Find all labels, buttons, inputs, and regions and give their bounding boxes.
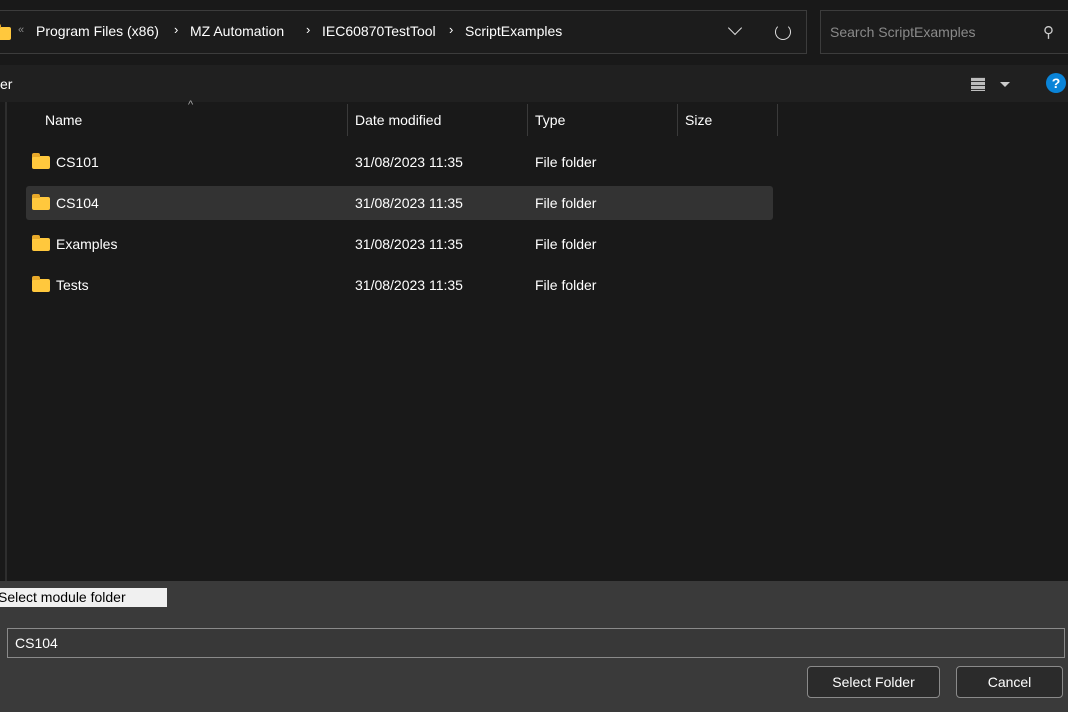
file-name: CS101: [56, 154, 99, 170]
overflow-chevron-icon[interactable]: «: [18, 24, 24, 36]
column-divider[interactable]: [347, 104, 348, 136]
help-icon[interactable]: ?: [1046, 73, 1066, 93]
file-date: 31/08/2023 11:35: [355, 277, 463, 293]
search-box[interactable]: Search ScriptExamples ⚲: [820, 10, 1068, 54]
folder-icon: [32, 276, 50, 292]
breadcrumb-item[interactable]: ScriptExamples: [465, 23, 562, 39]
file-name: Examples: [56, 236, 118, 252]
file-type: File folder: [535, 195, 597, 211]
file-type: File folder: [535, 154, 597, 170]
cancel-button[interactable]: Cancel: [956, 666, 1063, 698]
column-divider[interactable]: [777, 104, 778, 136]
command-bar: er ?: [0, 65, 1068, 102]
column-header-type[interactable]: Type: [535, 112, 565, 128]
column-divider[interactable]: [677, 104, 678, 136]
dialog-title: Select module folder: [0, 588, 167, 607]
refresh-icon[interactable]: [775, 24, 791, 40]
file-date: 31/08/2023 11:35: [355, 195, 463, 211]
column-header-date[interactable]: Date modified: [355, 112, 441, 128]
breadcrumb-item[interactable]: MZ Automation: [190, 23, 284, 39]
chevron-right-icon[interactable]: ›: [174, 22, 178, 37]
folder-icon: [32, 153, 50, 169]
file-name: CS104: [56, 195, 99, 211]
folder-icon: [0, 24, 11, 40]
breadcrumb-item[interactable]: Program Files (x86): [36, 23, 159, 39]
dialog-title-text: Select module folder: [0, 589, 126, 605]
new-folder-button[interactable]: er: [0, 76, 12, 92]
chevron-right-icon[interactable]: ›: [449, 22, 453, 37]
sort-ascending-icon: ^: [188, 99, 194, 111]
column-divider[interactable]: [527, 104, 528, 136]
folder-name-input[interactable]: CS104: [7, 628, 1065, 658]
column-header-size[interactable]: Size: [685, 112, 712, 128]
file-row[interactable]: Tests 31/08/2023 11:35 File folder: [26, 268, 773, 302]
folder-icon: [32, 194, 50, 210]
file-row[interactable]: CS101 31/08/2023 11:35 File folder: [26, 145, 773, 179]
file-row[interactable]: Examples 31/08/2023 11:35 File folder: [26, 227, 773, 261]
search-input[interactable]: Search ScriptExamples: [830, 24, 976, 40]
file-name: Tests: [56, 277, 89, 293]
file-type: File folder: [535, 277, 597, 293]
search-icon[interactable]: ⚲: [1043, 23, 1054, 41]
chevron-right-icon[interactable]: ›: [306, 22, 310, 37]
view-dropdown-icon[interactable]: [1000, 82, 1010, 87]
file-date: 31/08/2023 11:35: [355, 236, 463, 252]
select-folder-button[interactable]: Select Folder: [807, 666, 940, 698]
history-dropdown-icon[interactable]: [727, 20, 743, 36]
column-header-name[interactable]: Name: [45, 112, 82, 128]
folder-name-value: CS104: [15, 635, 58, 651]
folder-icon: [32, 235, 50, 251]
file-date: 31/08/2023 11:35: [355, 154, 463, 170]
nav-pane-edge[interactable]: [5, 102, 7, 581]
breadcrumb-item[interactable]: IEC60870TestTool: [322, 23, 436, 39]
file-row-selected[interactable]: CS104 31/08/2023 11:35 File folder: [26, 186, 773, 220]
address-bar[interactable]: « Program Files (x86) › MZ Automation › …: [0, 10, 807, 54]
file-type: File folder: [535, 236, 597, 252]
view-list-icon[interactable]: [968, 74, 988, 94]
